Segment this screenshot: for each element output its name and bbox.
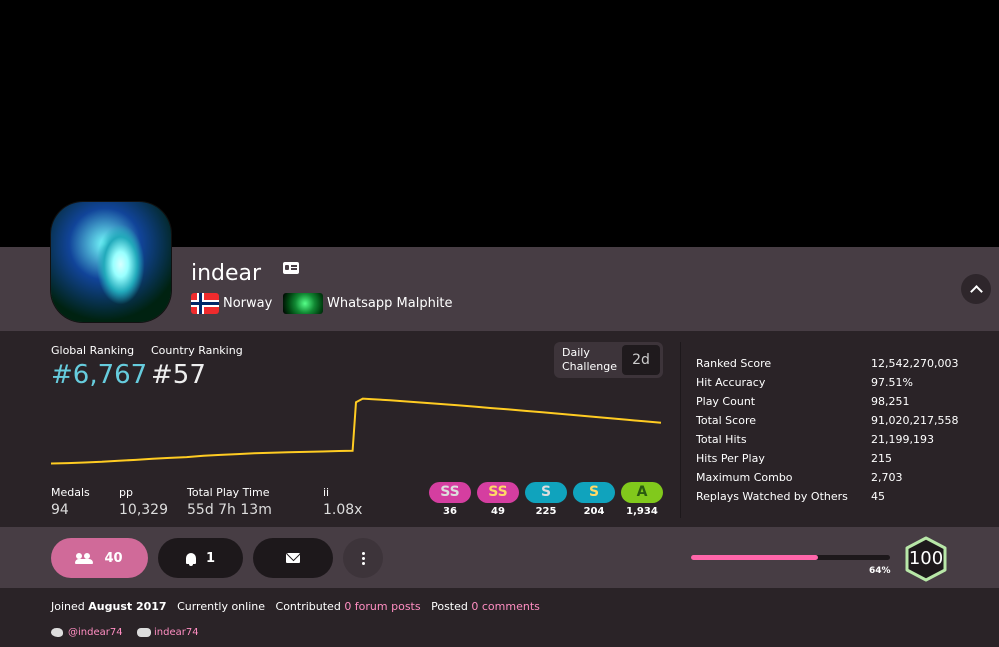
profile-info-line: Joined August 2017 Currently online Cont… bbox=[51, 600, 540, 613]
medals-value: 94 bbox=[51, 502, 69, 518]
discord-icon bbox=[137, 628, 151, 637]
collapse-header-button[interactable] bbox=[961, 274, 991, 304]
grade-sh-badge: S bbox=[525, 482, 567, 503]
team-flag-icon[interactable] bbox=[283, 293, 323, 314]
daily-challenge-value: 2d bbox=[622, 345, 660, 375]
maximum-combo-value: 2,703 bbox=[871, 471, 903, 484]
more-dot bbox=[361, 556, 365, 560]
grade-s-count: 204 bbox=[583, 506, 605, 517]
rank-history-chart[interactable] bbox=[51, 395, 663, 470]
total-hits-label: Total Hits bbox=[696, 433, 747, 446]
total-hits-value: 21,199,193 bbox=[871, 433, 934, 446]
friends-icon bbox=[75, 553, 94, 564]
more-dot bbox=[361, 561, 365, 565]
level-progress-bar bbox=[691, 555, 890, 560]
play-time-value: 55d 7h 13m bbox=[187, 502, 272, 518]
grade-ss-badge: SS bbox=[477, 482, 519, 503]
chevron-up-icon bbox=[969, 284, 983, 298]
country-ranking-label: Country Ranking bbox=[151, 344, 243, 357]
maximum-combo-label: Maximum Combo bbox=[696, 471, 793, 484]
play-count-label: Play Count bbox=[696, 395, 756, 408]
bell-icon bbox=[185, 552, 196, 566]
ii-label: ii bbox=[323, 486, 330, 499]
more-dot bbox=[361, 551, 365, 555]
daily-challenge-label: Daily Challenge bbox=[562, 346, 617, 374]
notifications-count: 1 bbox=[205, 550, 216, 566]
twitter-link[interactable]: @indear74 bbox=[68, 627, 123, 638]
grade-ssh-badge: SS bbox=[429, 482, 471, 503]
joined-prefix: Joined bbox=[51, 600, 85, 613]
grade-sh-count: 225 bbox=[535, 506, 557, 517]
level-progress-label: 64% bbox=[869, 566, 891, 576]
hit-accuracy-value: 97.51% bbox=[871, 376, 913, 389]
friends-button[interactable]: 40 bbox=[51, 538, 148, 578]
more-options-button[interactable] bbox=[343, 538, 383, 578]
rank-history-line bbox=[51, 397, 662, 465]
country-flag-icon[interactable] bbox=[191, 293, 219, 314]
pp-label: pp bbox=[119, 486, 133, 499]
hit-accuracy-label: Hit Accuracy bbox=[696, 376, 766, 389]
grade-ss-count: 49 bbox=[491, 506, 505, 517]
ranked-score-value: 12,542,270,003 bbox=[871, 357, 959, 370]
country-ranking-value: #57 bbox=[151, 360, 206, 390]
global-ranking-label: Global Ranking bbox=[51, 344, 135, 357]
ii-value: 1.08x bbox=[323, 502, 363, 518]
comments-link[interactable]: 0 comments bbox=[471, 600, 540, 613]
daily-challenge-label-line1: Daily bbox=[562, 346, 590, 359]
team-name[interactable]: Whatsapp Malphite bbox=[327, 296, 453, 311]
level-progress-fill bbox=[691, 555, 819, 560]
medals-label: Medals bbox=[51, 486, 90, 499]
mail-icon bbox=[286, 553, 300, 563]
grade-ssh-count: 36 bbox=[443, 506, 457, 517]
forum-posts-link[interactable]: 0 forum posts bbox=[344, 600, 420, 613]
grade-a-badge: A bbox=[621, 482, 663, 503]
posted-prefix: Posted bbox=[431, 600, 468, 613]
profile-card-icon[interactable] bbox=[283, 262, 299, 274]
grade-s-badge: S bbox=[573, 482, 615, 503]
joined-date: August 2017 bbox=[88, 600, 167, 613]
message-button[interactable] bbox=[253, 538, 333, 578]
avatar bbox=[51, 202, 171, 322]
daily-challenge-chip[interactable]: Daily Challenge 2d bbox=[554, 342, 663, 378]
grade-a-count: 1,934 bbox=[626, 506, 658, 517]
total-score-label: Total Score bbox=[696, 414, 756, 427]
global-ranking-value: #6,767 bbox=[51, 360, 148, 390]
discord-link[interactable]: indear74 bbox=[154, 627, 199, 638]
username: indear bbox=[191, 261, 262, 286]
play-time-label: Total Play Time bbox=[187, 486, 270, 499]
friends-count: 40 bbox=[104, 550, 123, 566]
daily-challenge-label-line2: Challenge bbox=[562, 360, 617, 373]
pp-value: 10,329 bbox=[119, 502, 168, 518]
notifications-button[interactable]: 1 bbox=[158, 538, 243, 578]
replays-watched-value: 45 bbox=[871, 490, 885, 503]
level-value: 100 bbox=[908, 548, 944, 569]
hits-per-play-value: 215 bbox=[871, 452, 892, 465]
country-name[interactable]: Norway bbox=[223, 296, 272, 311]
ranked-score-label: Ranked Score bbox=[696, 357, 772, 370]
play-count-value: 98,251 bbox=[871, 395, 910, 408]
hits-per-play-label: Hits Per Play bbox=[696, 452, 765, 465]
twitter-icon bbox=[51, 628, 63, 637]
stats-divider bbox=[680, 342, 681, 518]
online-status: Currently online bbox=[177, 600, 266, 613]
contributed-prefix: Contributed bbox=[275, 600, 341, 613]
replays-watched-label: Replays Watched by Others bbox=[696, 490, 848, 503]
total-score-value: 91,020,217,558 bbox=[871, 414, 959, 427]
